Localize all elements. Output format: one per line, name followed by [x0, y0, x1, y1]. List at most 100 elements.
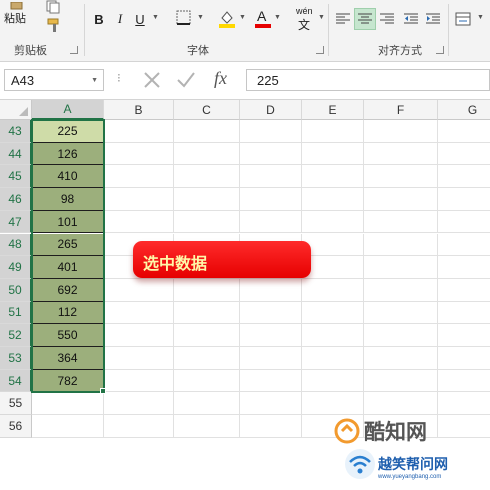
merge-dropdown-icon[interactable]: ▼: [477, 14, 484, 21]
cell-c51[interactable]: [174, 301, 240, 325]
cell-a49[interactable]: 401: [32, 256, 104, 279]
wrap-merge-button[interactable]: [454, 8, 472, 30]
cell-f53[interactable]: [364, 347, 438, 370]
cell-b47[interactable]: [104, 210, 174, 234]
cell-a44[interactable]: 126: [32, 142, 104, 166]
cell-g52[interactable]: [438, 324, 490, 347]
align-left-button[interactable]: [334, 8, 352, 30]
cell-e52[interactable]: [302, 324, 364, 347]
row-header-54[interactable]: 54: [0, 369, 32, 393]
column-header-b[interactable]: B: [104, 100, 174, 120]
row-header-48[interactable]: 48: [0, 233, 32, 257]
fill-handle[interactable]: [100, 388, 106, 395]
cell-d55[interactable]: [240, 392, 302, 416]
row-header-47[interactable]: 47: [0, 210, 32, 234]
cell-a53[interactable]: 364: [32, 347, 104, 370]
column-header-a[interactable]: A: [32, 100, 104, 120]
cell-a43[interactable]: 225: [32, 120, 104, 143]
font-color-dropdown-icon[interactable]: ▼: [274, 14, 281, 21]
phonetic-dropdown-icon[interactable]: ▼: [318, 14, 325, 21]
cell-e44[interactable]: [302, 142, 364, 166]
underline-dropdown-icon[interactable]: ▼: [152, 14, 159, 21]
cell-c55[interactable]: [174, 392, 240, 416]
phonetic-guide-button[interactable]: wén 文: [294, 6, 318, 32]
cell-e45[interactable]: [302, 165, 364, 189]
format-painter-button[interactable]: [44, 16, 66, 34]
cell-e53[interactable]: [302, 347, 364, 370]
decrease-indent-button[interactable]: [402, 8, 420, 30]
cell-a45[interactable]: 410: [32, 165, 104, 189]
cell-d47[interactable]: [240, 210, 302, 234]
cell-b55[interactable]: [104, 392, 174, 416]
increase-indent-button[interactable]: [424, 8, 442, 30]
cell-a47[interactable]: 101: [32, 210, 104, 234]
cell-b51[interactable]: [104, 301, 174, 325]
cell-f46[interactable]: [364, 188, 438, 211]
column-header-e[interactable]: E: [302, 100, 364, 120]
cell-g50[interactable]: [438, 279, 490, 302]
alignment-dialog-launcher[interactable]: [436, 46, 444, 54]
italic-button[interactable]: I: [112, 8, 128, 30]
cell-f43[interactable]: [364, 120, 438, 143]
cell-c50[interactable]: [174, 278, 240, 302]
cell-g54[interactable]: [438, 370, 490, 393]
cell-a48[interactable]: 265: [32, 233, 104, 257]
cell-d44[interactable]: [240, 142, 302, 166]
cell-a50[interactable]: 692: [32, 278, 104, 302]
cell-b56[interactable]: [104, 415, 174, 438]
row-header-55[interactable]: 55: [0, 392, 32, 416]
cell-e50[interactable]: [302, 278, 364, 302]
font-dialog-launcher[interactable]: [316, 46, 324, 54]
cancel-icon[interactable]: [143, 71, 161, 89]
column-header-g[interactable]: G: [438, 100, 490, 120]
cell-g46[interactable]: [438, 188, 490, 211]
cell-f44[interactable]: [364, 142, 438, 166]
row-header-52[interactable]: 52: [0, 324, 32, 347]
font-color-button[interactable]: A: [254, 8, 272, 28]
border-dropdown-icon[interactable]: ▼: [197, 14, 204, 21]
cell-g48[interactable]: [438, 234, 490, 257]
cell-f52[interactable]: [364, 324, 438, 347]
cell-a55[interactable]: [32, 392, 104, 416]
cell-c52[interactable]: [174, 324, 240, 347]
row-header-53[interactable]: 53: [0, 347, 32, 370]
cell-e43[interactable]: [302, 120, 364, 143]
cell-f45[interactable]: [364, 165, 438, 189]
cell-g43[interactable]: [438, 120, 490, 143]
cell-c46[interactable]: [174, 188, 240, 211]
bold-button[interactable]: B: [90, 8, 108, 30]
cell-a54[interactable]: 782: [32, 369, 104, 393]
cell-d43[interactable]: [240, 120, 302, 143]
border-button[interactable]: [176, 10, 192, 26]
cell-d51[interactable]: [240, 301, 302, 325]
enter-icon[interactable]: [176, 71, 196, 89]
cell-f55[interactable]: [364, 392, 438, 416]
cell-e46[interactable]: [302, 188, 364, 211]
row-header-56[interactable]: 56: [0, 415, 32, 438]
row-header-44[interactable]: 44: [0, 142, 32, 166]
cell-a51[interactable]: 112: [32, 301, 104, 325]
cell-b54[interactable]: [104, 369, 174, 393]
cell-b45[interactable]: [104, 165, 174, 189]
cell-e49[interactable]: [302, 256, 364, 279]
cell-e47[interactable]: [302, 210, 364, 234]
cell-d46[interactable]: [240, 188, 302, 211]
cell-e48[interactable]: [302, 233, 364, 257]
cell-d56[interactable]: [240, 415, 302, 438]
cell-c56[interactable]: [174, 415, 240, 438]
cell-c53[interactable]: [174, 347, 240, 370]
cell-g53[interactable]: [438, 347, 490, 370]
name-box[interactable]: A43 ▼: [4, 69, 104, 91]
cell-g47[interactable]: [438, 211, 490, 234]
column-header-f[interactable]: F: [364, 100, 438, 120]
row-header-43[interactable]: 43: [0, 120, 32, 143]
fill-color-button[interactable]: [218, 8, 236, 28]
select-all-button[interactable]: [0, 100, 32, 120]
cell-f54[interactable]: [364, 369, 438, 393]
fill-color-dropdown-icon[interactable]: ▼: [239, 14, 246, 21]
cell-e55[interactable]: [302, 392, 364, 416]
copy-button[interactable]: [44, 0, 66, 14]
column-header-c[interactable]: C: [174, 100, 240, 120]
name-box-dropdown-icon[interactable]: ▼: [91, 77, 98, 84]
cell-b43[interactable]: [104, 120, 174, 143]
